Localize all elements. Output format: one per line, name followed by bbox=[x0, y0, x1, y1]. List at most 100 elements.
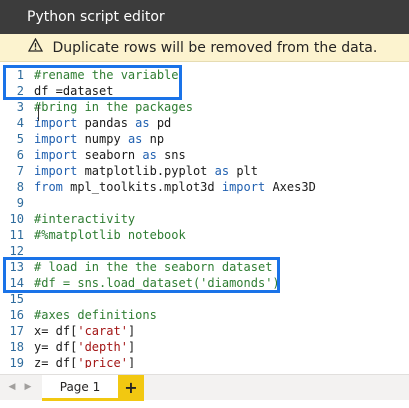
code-text: y= df['depth'] bbox=[34, 339, 135, 355]
code-token: mpl_toolkits.mplot3d bbox=[62, 180, 222, 194]
code-token: pandas bbox=[77, 116, 136, 130]
code-text: #rename the variable bbox=[34, 67, 179, 83]
code-token: plt bbox=[229, 164, 258, 178]
code-text: z= df['price'] bbox=[34, 355, 135, 368]
code-token: import bbox=[34, 164, 78, 178]
code-text: x= df['carat'] bbox=[34, 323, 135, 339]
line-number: 9 bbox=[16, 196, 24, 210]
code-line[interactable]: 9 bbox=[0, 195, 409, 211]
code-text: import numpy as np bbox=[34, 131, 164, 147]
code-token: as bbox=[142, 148, 157, 162]
line-number: 12 bbox=[9, 244, 24, 258]
code-token: np bbox=[142, 132, 165, 146]
code-token: #interactivity bbox=[34, 212, 136, 226]
line-number: 11 bbox=[9, 228, 24, 242]
line-number: 3 bbox=[16, 100, 24, 114]
line-number: 19 bbox=[9, 356, 24, 368]
window-titlebar: Python script editor bbox=[0, 0, 409, 34]
plus-icon: + bbox=[124, 378, 138, 397]
code-line[interactable]: 3 #bring in the packages bbox=[0, 99, 409, 115]
code-token: 'carat' bbox=[77, 324, 128, 338]
chevron-right-icon[interactable]: ▶ bbox=[22, 379, 34, 395]
code-token: z= df[ bbox=[34, 356, 78, 368]
window-title: Python script editor bbox=[27, 9, 165, 25]
code-line[interactable]: 19 z= df['price'] bbox=[0, 355, 409, 368]
code-line[interactable]: 12 bbox=[0, 243, 409, 259]
line-number: 2 bbox=[16, 84, 24, 98]
line-number: 13 bbox=[9, 260, 24, 274]
page-tab-bar: ◀ ▶ Page 1 + bbox=[0, 374, 409, 401]
code-text: import seaborn as sns bbox=[34, 147, 186, 163]
line-number: 6 bbox=[16, 148, 24, 162]
code-line[interactable]: 13 # load in the the seaborn dataset bbox=[0, 259, 409, 275]
code-token: #%matplotlib notebook bbox=[34, 228, 186, 242]
code-line[interactable]: 8 from mpl_toolkits.mplot3d import Axes3D bbox=[0, 179, 409, 195]
code-text: #df = sns.load_dataset('diamonds') bbox=[34, 275, 280, 291]
code-token: y= df[ bbox=[34, 340, 78, 354]
warning-text: Duplicate rows will be removed from the … bbox=[52, 40, 378, 56]
code-token: pd bbox=[149, 116, 172, 130]
code-token: 'price' bbox=[77, 356, 128, 368]
chevron-left-icon[interactable]: ◀ bbox=[6, 379, 18, 395]
line-number: 15 bbox=[9, 292, 24, 306]
add-page-button[interactable]: + bbox=[118, 375, 144, 401]
code-line[interactable]: 17 x= df['carat'] bbox=[0, 323, 409, 339]
code-line[interactable]: 7 import matplotlib.pyplot as plt bbox=[0, 163, 409, 179]
code-token: as bbox=[135, 116, 150, 130]
code-token: from bbox=[34, 180, 63, 194]
code-line[interactable]: 4 import pandas as pd bbox=[0, 115, 409, 131]
code-token: import bbox=[34, 116, 78, 130]
code-token: # load in the the seaborn dataset bbox=[34, 260, 273, 274]
code-token: #axes definitions bbox=[34, 308, 157, 322]
code-token: numpy bbox=[77, 132, 128, 146]
line-number: 4 bbox=[16, 116, 24, 130]
code-token: Axes3D bbox=[265, 180, 316, 194]
code-token: seaborn bbox=[77, 148, 143, 162]
code-text: df =dataset bbox=[34, 83, 113, 99]
code-token: #df = sns.load_dataset('diamonds') bbox=[34, 276, 280, 290]
code-text: #bring in the packages bbox=[34, 99, 193, 115]
line-number: 7 bbox=[16, 164, 24, 178]
code-text: import matplotlib.pyplot as plt bbox=[34, 163, 258, 179]
code-token: import bbox=[34, 132, 78, 146]
warning-banner: Duplicate rows will be removed from the … bbox=[0, 34, 409, 62]
code-text: import pandas as pd bbox=[34, 115, 171, 131]
code-token: #rename the variable bbox=[34, 68, 179, 82]
code-line[interactable]: 10 #interactivity bbox=[0, 211, 409, 227]
tab-page-1[interactable]: Page 1 bbox=[42, 375, 118, 401]
line-number: 5 bbox=[16, 132, 24, 146]
code-line[interactable]: 6 import seaborn as sns bbox=[0, 147, 409, 163]
line-number: 17 bbox=[9, 324, 24, 338]
code-line[interactable]: 16 #axes definitions bbox=[0, 307, 409, 323]
line-number: 8 bbox=[16, 180, 24, 194]
code-token: ] bbox=[127, 356, 136, 368]
code-token: ] bbox=[127, 340, 136, 354]
code-token: import bbox=[221, 180, 266, 194]
code-line[interactable]: 14 #df = sns.load_dataset('diamonds') bbox=[0, 275, 409, 291]
code-token: as bbox=[127, 132, 143, 146]
code-text: # load in the the seaborn dataset bbox=[34, 259, 272, 275]
code-line[interactable]: 11 #%matplotlib notebook bbox=[0, 227, 409, 243]
code-token: import bbox=[34, 148, 78, 162]
code-text: #axes definitions bbox=[34, 307, 157, 323]
code-text: #interactivity bbox=[34, 211, 135, 227]
line-number: 16 bbox=[9, 308, 24, 322]
code-token: #bring in the packages bbox=[34, 100, 193, 114]
code-line[interactable]: 18 y= df['depth'] bbox=[0, 339, 409, 355]
code-token: matplotlib.pyplot bbox=[77, 164, 215, 178]
code-token: as bbox=[214, 164, 230, 178]
code-text: from mpl_toolkits.mplot3d import Axes3D bbox=[34, 179, 316, 195]
line-number: 10 bbox=[9, 212, 24, 226]
code-line[interactable]: 15 bbox=[0, 291, 409, 307]
warning-icon bbox=[27, 34, 44, 62]
code-token: 'depth' bbox=[77, 340, 128, 354]
line-number: 1 bbox=[16, 68, 24, 82]
text-cursor bbox=[38, 105, 39, 121]
code-token: x= df[ bbox=[34, 324, 78, 338]
code-line[interactable]: 2 df =dataset bbox=[0, 83, 409, 99]
code-token: ] bbox=[127, 324, 136, 338]
code-line[interactable]: 5 import numpy as np bbox=[0, 131, 409, 147]
code-line[interactable]: 1 #rename the variable bbox=[0, 67, 409, 83]
line-number: 14 bbox=[9, 276, 24, 290]
code-editor[interactable]: 19 z= df['price'] 18 y= df['depth'] 17 x= df[… bbox=[0, 62, 409, 368]
